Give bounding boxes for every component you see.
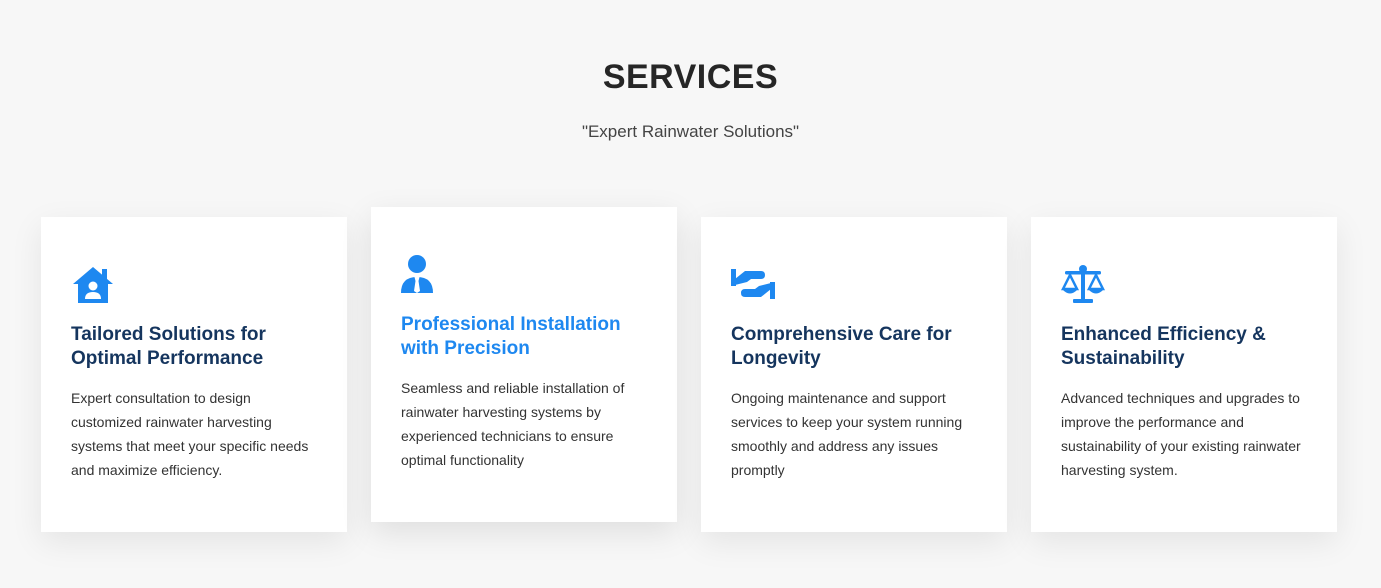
card-description: Seamless and reliable installation of ra… (401, 380, 625, 468)
service-card-professional-installation[interactable]: Professional Installation with Precision… (371, 207, 677, 522)
house-user-icon (71, 265, 115, 305)
card-description: Ongoing maintenance and support services… (731, 390, 963, 478)
card-title: Comprehensive Care for Longevity (731, 324, 952, 369)
user-tie-icon (401, 255, 445, 295)
service-card-comprehensive-care[interactable]: Comprehensive Care for Longevity Ongoing… (701, 217, 1007, 532)
service-card-enhanced-efficiency[interactable]: Enhanced Efficiency & Sustainability Adv… (1031, 217, 1337, 532)
services-section: SERVICES "Expert Rainwater Solutions" Ta… (0, 0, 1381, 588)
card-title: Tailored Solutions for Optimal Performan… (71, 324, 266, 369)
hands-icon (731, 265, 775, 305)
section-title: SERVICES (602, 58, 779, 96)
service-card-tailored-solutions[interactable]: Tailored Solutions for Optimal Performan… (41, 217, 347, 532)
card-description: Advanced techniques and upgrades to impr… (1061, 390, 1301, 478)
balance-scale-icon (1061, 265, 1105, 305)
section-subtitle: "Expert Rainwater Solutions" (581, 122, 800, 141)
card-title: Professional Installation with Precision (401, 314, 621, 359)
card-title: Enhanced Efficiency & Sustainability (1061, 324, 1266, 369)
card-description: Expert consultation to design customized… (71, 390, 309, 478)
